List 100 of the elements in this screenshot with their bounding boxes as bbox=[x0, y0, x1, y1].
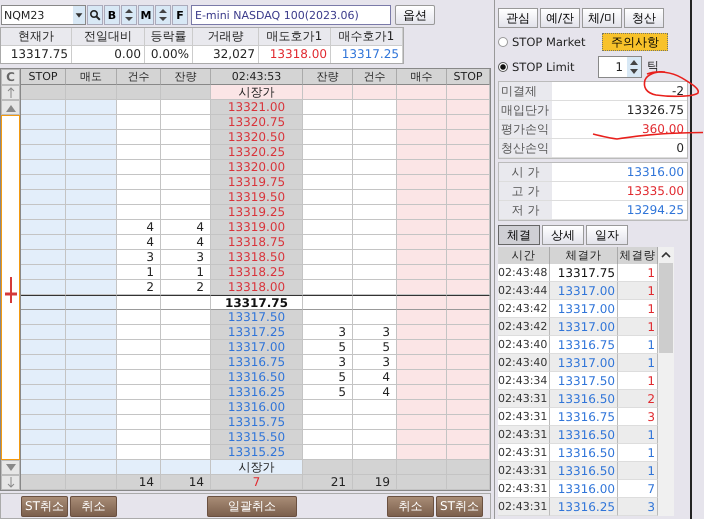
panel-button[interactable]: 관심 bbox=[498, 8, 538, 28]
scroll-bottom-button[interactable] bbox=[1, 475, 20, 490]
cancel-all-button[interactable]: 일괄취소 bbox=[207, 496, 297, 516]
trade-quantity: 1 bbox=[618, 354, 658, 372]
column-header: 잔량 bbox=[303, 69, 353, 85]
ask-price[interactable]: 13320.50 bbox=[211, 130, 303, 145]
trade-time: 02:43:40 bbox=[498, 354, 550, 372]
market-order-cell[interactable]: 시장가 bbox=[211, 85, 303, 100]
field-label: 고 가 bbox=[499, 182, 552, 201]
dropdown-caret-icon[interactable] bbox=[73, 6, 85, 24]
letter-button[interactable]: B bbox=[104, 5, 120, 25]
radio-label[interactable]: STOP Limit bbox=[512, 60, 574, 74]
spinner-icon[interactable] bbox=[627, 56, 641, 76]
bid-price[interactable]: 13316.25 bbox=[211, 385, 303, 400]
cancel-button[interactable]: 취소 bbox=[70, 496, 117, 516]
search-icon[interactable] bbox=[89, 9, 101, 21]
ask-price[interactable]: 13318.00 bbox=[211, 280, 303, 295]
scroll-up-button[interactable] bbox=[1, 100, 20, 115]
ask-price[interactable]: 13319.75 bbox=[211, 175, 303, 190]
radio-label[interactable]: STOP Market bbox=[512, 34, 586, 48]
order-cell bbox=[303, 400, 353, 415]
order-cell bbox=[117, 190, 161, 205]
order-count: 4 bbox=[117, 235, 161, 250]
order-cell[interactable] bbox=[447, 295, 490, 310]
trade-tab[interactable]: 상세 bbox=[542, 225, 584, 245]
trade-tab[interactable]: 일자 bbox=[586, 225, 628, 245]
order-cell bbox=[303, 235, 353, 250]
cancel-button[interactable]: ST취소 bbox=[21, 496, 68, 516]
bid-price[interactable]: 13315.75 bbox=[211, 415, 303, 430]
scroll-up-icon[interactable] bbox=[661, 251, 671, 259]
triangle-up-icon[interactable] bbox=[6, 104, 16, 112]
panel-button[interactable]: 청산 bbox=[624, 8, 664, 28]
field-value: 13294.25 bbox=[552, 201, 687, 220]
bid-price[interactable]: 13316.75 bbox=[211, 355, 303, 370]
ask-price[interactable]: 13319.50 bbox=[211, 190, 303, 205]
bid-price[interactable]: 13317.00 bbox=[211, 340, 303, 355]
trade-price: 13317.00 bbox=[550, 354, 618, 372]
order-cell bbox=[303, 145, 353, 160]
panel-button[interactable]: 예/잔 bbox=[540, 8, 580, 28]
scrollbar[interactable] bbox=[658, 247, 674, 516]
total-cell bbox=[397, 475, 447, 490]
ask-price[interactable]: 13318.25 bbox=[211, 265, 303, 280]
notice-button[interactable]: 주의사항 bbox=[602, 32, 668, 50]
column-header: STOP bbox=[21, 69, 66, 85]
total-cell bbox=[447, 475, 490, 490]
trade-quantity: 1 bbox=[618, 318, 658, 336]
cancel-button[interactable]: ST취소 bbox=[436, 496, 483, 516]
ask-price[interactable]: 13320.25 bbox=[211, 145, 303, 160]
ask-price[interactable]: 13320.00 bbox=[211, 160, 303, 175]
ask-price[interactable]: 13318.75 bbox=[211, 235, 303, 250]
order-cell bbox=[117, 100, 161, 115]
arrow-down-icon[interactable] bbox=[6, 477, 14, 488]
ask-price[interactable]: 13319.25 bbox=[211, 205, 303, 220]
bid-price[interactable]: 13315.50 bbox=[211, 430, 303, 445]
scroll-down-button[interactable] bbox=[1, 460, 20, 475]
order-cell bbox=[117, 205, 161, 220]
order-cell[interactable] bbox=[397, 295, 447, 310]
field-label: 미결제 bbox=[499, 82, 552, 101]
column-header: 체결량 bbox=[618, 247, 658, 264]
column-header: 등락률 bbox=[145, 28, 193, 46]
cancel-button[interactable]: 취소 bbox=[387, 496, 434, 516]
column-header: 건수 bbox=[353, 69, 397, 85]
bid-price[interactable]: 13317.50 bbox=[211, 310, 303, 325]
order-count: 3 bbox=[117, 250, 161, 265]
clear-button[interactable]: C bbox=[1, 69, 20, 85]
trade-price: 13316.50 bbox=[550, 426, 618, 444]
letter-button[interactable]: F bbox=[172, 5, 188, 25]
letter-button[interactable]: M bbox=[138, 5, 154, 25]
order-cell bbox=[117, 430, 161, 445]
tick-field[interactable]: 1 bbox=[598, 56, 642, 78]
column-header: 시간 bbox=[498, 247, 550, 264]
ask-price[interactable]: 13319.00 bbox=[211, 220, 303, 235]
arrow-up-icon[interactable] bbox=[6, 87, 14, 98]
radio-button[interactable] bbox=[498, 36, 508, 46]
order-cell bbox=[117, 175, 161, 190]
bid-price[interactable]: 13316.00 bbox=[211, 400, 303, 415]
bid-price[interactable]: 13317.25 bbox=[211, 325, 303, 340]
order-cell bbox=[303, 280, 353, 295]
ask-price[interactable]: 13321.00 bbox=[211, 100, 303, 115]
option-button[interactable]: 옵션 bbox=[395, 5, 435, 25]
radio-button[interactable] bbox=[498, 62, 508, 72]
order-cell[interactable] bbox=[66, 295, 117, 310]
order-cell[interactable] bbox=[21, 295, 66, 310]
market-order-cell[interactable]: 시장가 bbox=[211, 460, 303, 475]
bid-price[interactable]: 13316.50 bbox=[211, 370, 303, 385]
ask-price[interactable]: 13318.50 bbox=[211, 250, 303, 265]
scroll-top-button[interactable] bbox=[1, 85, 20, 100]
column-header: 02:43:53 bbox=[211, 69, 303, 85]
order-cell bbox=[117, 400, 161, 415]
order-quantity: 5 bbox=[303, 370, 353, 385]
bid-price[interactable]: 13315.25 bbox=[211, 445, 303, 460]
symbol-field[interactable]: NQM23 bbox=[1, 5, 86, 25]
ask-price[interactable]: 13320.75 bbox=[211, 115, 303, 130]
order-cell bbox=[117, 370, 161, 385]
trade-tab[interactable]: 체결 bbox=[498, 225, 540, 245]
triangle-down-icon[interactable] bbox=[6, 464, 16, 472]
column-header: STOP bbox=[447, 69, 490, 85]
column-header: 잔량 bbox=[161, 69, 211, 85]
search-button[interactable] bbox=[87, 5, 103, 25]
panel-button[interactable]: 체/미 bbox=[582, 8, 622, 28]
